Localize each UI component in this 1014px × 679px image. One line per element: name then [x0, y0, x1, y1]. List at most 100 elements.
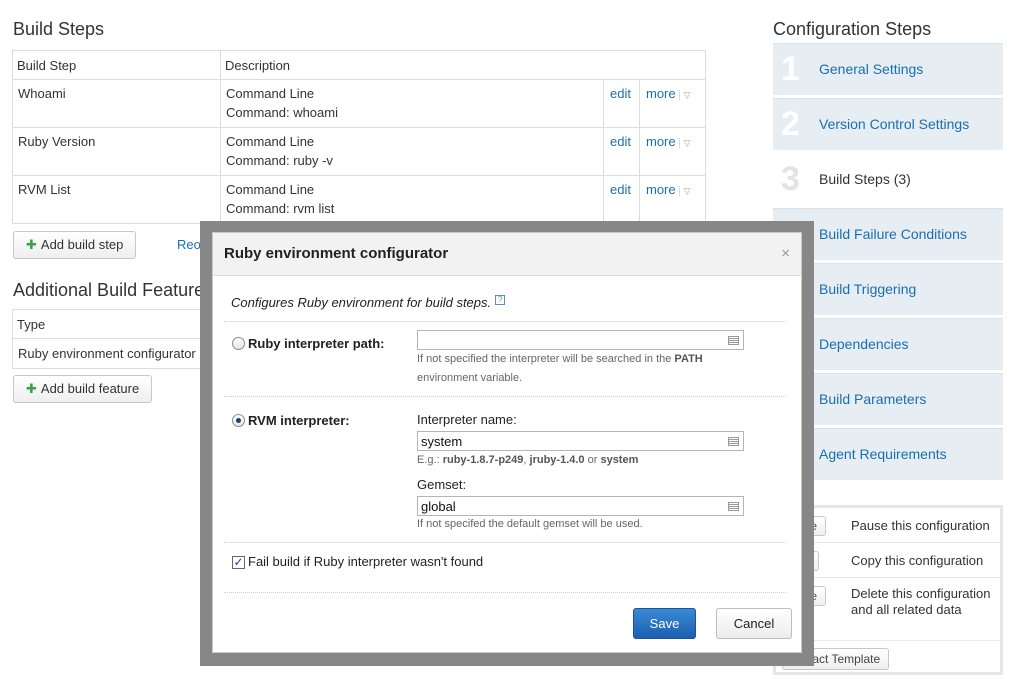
more-actions-link[interactable]: more ▽ — [646, 134, 691, 149]
fail-build-checkbox[interactable]: ✓ — [232, 556, 245, 569]
cancel-button[interactable]: Cancel — [716, 608, 792, 639]
interpreter-name-input[interactable] — [417, 431, 744, 451]
column-header-build-step: Build Step — [12, 50, 221, 80]
help-icon[interactable]: ? — [495, 295, 506, 305]
edit-step-link[interactable]: edit — [610, 182, 631, 197]
more-actions-link[interactable]: more ▽ — [646, 86, 691, 101]
gemset-input[interactable] — [417, 496, 744, 516]
rvm-interpreter-radio[interactable] — [232, 414, 245, 427]
configuration-steps-title: Configuration Steps — [773, 19, 932, 39]
more-label: more — [646, 182, 676, 197]
save-button[interactable]: Save — [633, 608, 696, 639]
plus-icon: ✚ — [26, 237, 37, 252]
hint-text: If not specified the interpreter will be… — [417, 353, 675, 365]
close-icon[interactable]: × — [781, 245, 790, 262]
table-row: Ruby environment configurator — [12, 338, 212, 369]
plus-icon: ✚ — [26, 381, 37, 396]
hint-example: jruby-1.4.0 — [529, 454, 585, 466]
step-command: Command: whoami — [226, 105, 338, 120]
gemset-hint: If not specifed the default gemset will … — [417, 518, 643, 530]
config-step-current-label: Build Steps (3) — [819, 171, 911, 187]
step-more-cell: more ▽ — [639, 127, 706, 176]
fail-build-label: Fail build if Ruby interpreter wasn't fo… — [248, 554, 484, 569]
step-description: Command Line Command: ruby -v — [220, 127, 604, 176]
hint-example: system — [600, 454, 639, 466]
step-more-cell: more ▽ — [639, 79, 706, 128]
build-features-title: Additional Build Features — [13, 280, 214, 300]
step-more-cell: more ▽ — [639, 175, 706, 224]
hint-text: E.g.: — [417, 454, 443, 466]
config-step-link[interactable]: Build Triggering — [819, 281, 916, 297]
build-steps-title: Build Steps — [13, 19, 105, 39]
table-row: Whoami Command Line Command: whoami edit… — [12, 79, 706, 128]
config-step-link[interactable]: Build Parameters — [819, 391, 926, 407]
step-type: Command Line — [226, 134, 315, 149]
ruby-configurator-dialog: Ruby environment configurator × Configur… — [212, 232, 802, 653]
add-build-step-label: Add build step — [40, 237, 124, 252]
dialog-title: Ruby environment configurator — [224, 245, 449, 262]
delete-description: Delete this configuration and all relate… — [851, 586, 991, 617]
table-header-row: Type — [12, 309, 212, 339]
step-type: Command Line — [226, 86, 315, 101]
build-features-table: Type Ruby environment configurator — [12, 309, 212, 369]
list-icon[interactable] — [728, 336, 739, 345]
column-header-description: Description — [220, 50, 706, 80]
table-row: Ruby Version Command Line Command: ruby … — [12, 127, 706, 176]
config-step-general-settings[interactable]: 1 General Settings — [773, 43, 1003, 95]
copy-description: Copy this configuration — [851, 553, 984, 568]
step-name: RVM List — [12, 175, 221, 224]
hint-text: or — [584, 454, 601, 466]
step-number: 1 — [781, 50, 800, 88]
feature-type: Ruby environment configurator — [12, 338, 212, 369]
dialog-header: Ruby environment configurator × — [213, 233, 801, 276]
dialog-description: Configures Ruby environment for build st… — [231, 295, 506, 310]
table-header-row: Build Step Description — [12, 50, 706, 80]
step-description: Command Line Command: whoami — [220, 79, 604, 128]
config-step-link[interactable]: Version Control Settings — [819, 116, 969, 132]
edit-step-link[interactable]: edit — [610, 86, 631, 101]
interpreter-name-hint: E.g.: ruby-1.8.7-p249, jruby-1.4.0 or sy… — [417, 451, 757, 470]
config-step-link[interactable]: General Settings — [819, 61, 923, 77]
ruby-path-label: Ruby interpreter path: — [248, 336, 385, 351]
interpreter-name-label: Interpreter name: — [417, 412, 517, 427]
edit-step-link[interactable]: edit — [610, 134, 631, 149]
config-step-version-control[interactable]: 2 Version Control Settings — [773, 98, 1003, 150]
build-steps-table: Build Step Description Whoami Command Li… — [12, 50, 706, 224]
hint-text: environment variable. — [417, 372, 523, 384]
step-description: Command Line Command: rvm list — [220, 175, 604, 224]
ruby-path-hint: If not specified the interpreter will be… — [417, 350, 757, 388]
add-build-step-button[interactable]: ✚ Add build step — [13, 231, 137, 259]
add-build-feature-label: Add build feature — [40, 381, 140, 396]
step-edit-cell: edit — [603, 127, 640, 176]
chevron-down-icon[interactable]: ▽ — [678, 186, 691, 196]
more-label: more — [646, 86, 676, 101]
more-label: more — [646, 134, 676, 149]
pause-description: Pause this configuration — [851, 518, 990, 533]
config-step-link[interactable]: Build Failure Conditions — [819, 226, 967, 242]
more-actions-link[interactable]: more ▽ — [646, 182, 691, 197]
divider — [224, 592, 786, 593]
divider — [224, 542, 786, 543]
hint-emphasis: PATH — [674, 353, 703, 365]
step-number: 2 — [781, 105, 800, 143]
dialog-description-text: Configures Ruby environment for build st… — [231, 295, 492, 310]
list-icon[interactable] — [728, 502, 739, 511]
chevron-down-icon[interactable]: ▽ — [678, 90, 691, 100]
ruby-path-input[interactable] — [417, 330, 744, 350]
ruby-path-radio[interactable] — [232, 337, 245, 350]
gemset-label: Gemset: — [417, 477, 467, 492]
column-header-type: Type — [12, 309, 212, 339]
config-step-link[interactable]: Dependencies — [819, 336, 909, 352]
step-edit-cell: edit — [603, 175, 640, 224]
config-step-link[interactable]: Agent Requirements — [819, 446, 947, 462]
divider — [224, 321, 786, 322]
chevron-down-icon[interactable]: ▽ — [678, 138, 691, 148]
config-step-build-steps: 3 Build Steps (3) — [773, 153, 1003, 205]
step-command: Command: ruby -v — [226, 153, 333, 168]
list-icon[interactable] — [728, 437, 739, 446]
step-number: 3 — [781, 160, 800, 198]
hint-example: ruby-1.8.7-p249 — [442, 454, 524, 466]
step-type: Command Line — [226, 182, 315, 197]
step-command: Command: rvm list — [226, 201, 335, 216]
add-build-feature-button[interactable]: ✚ Add build feature — [13, 375, 153, 403]
